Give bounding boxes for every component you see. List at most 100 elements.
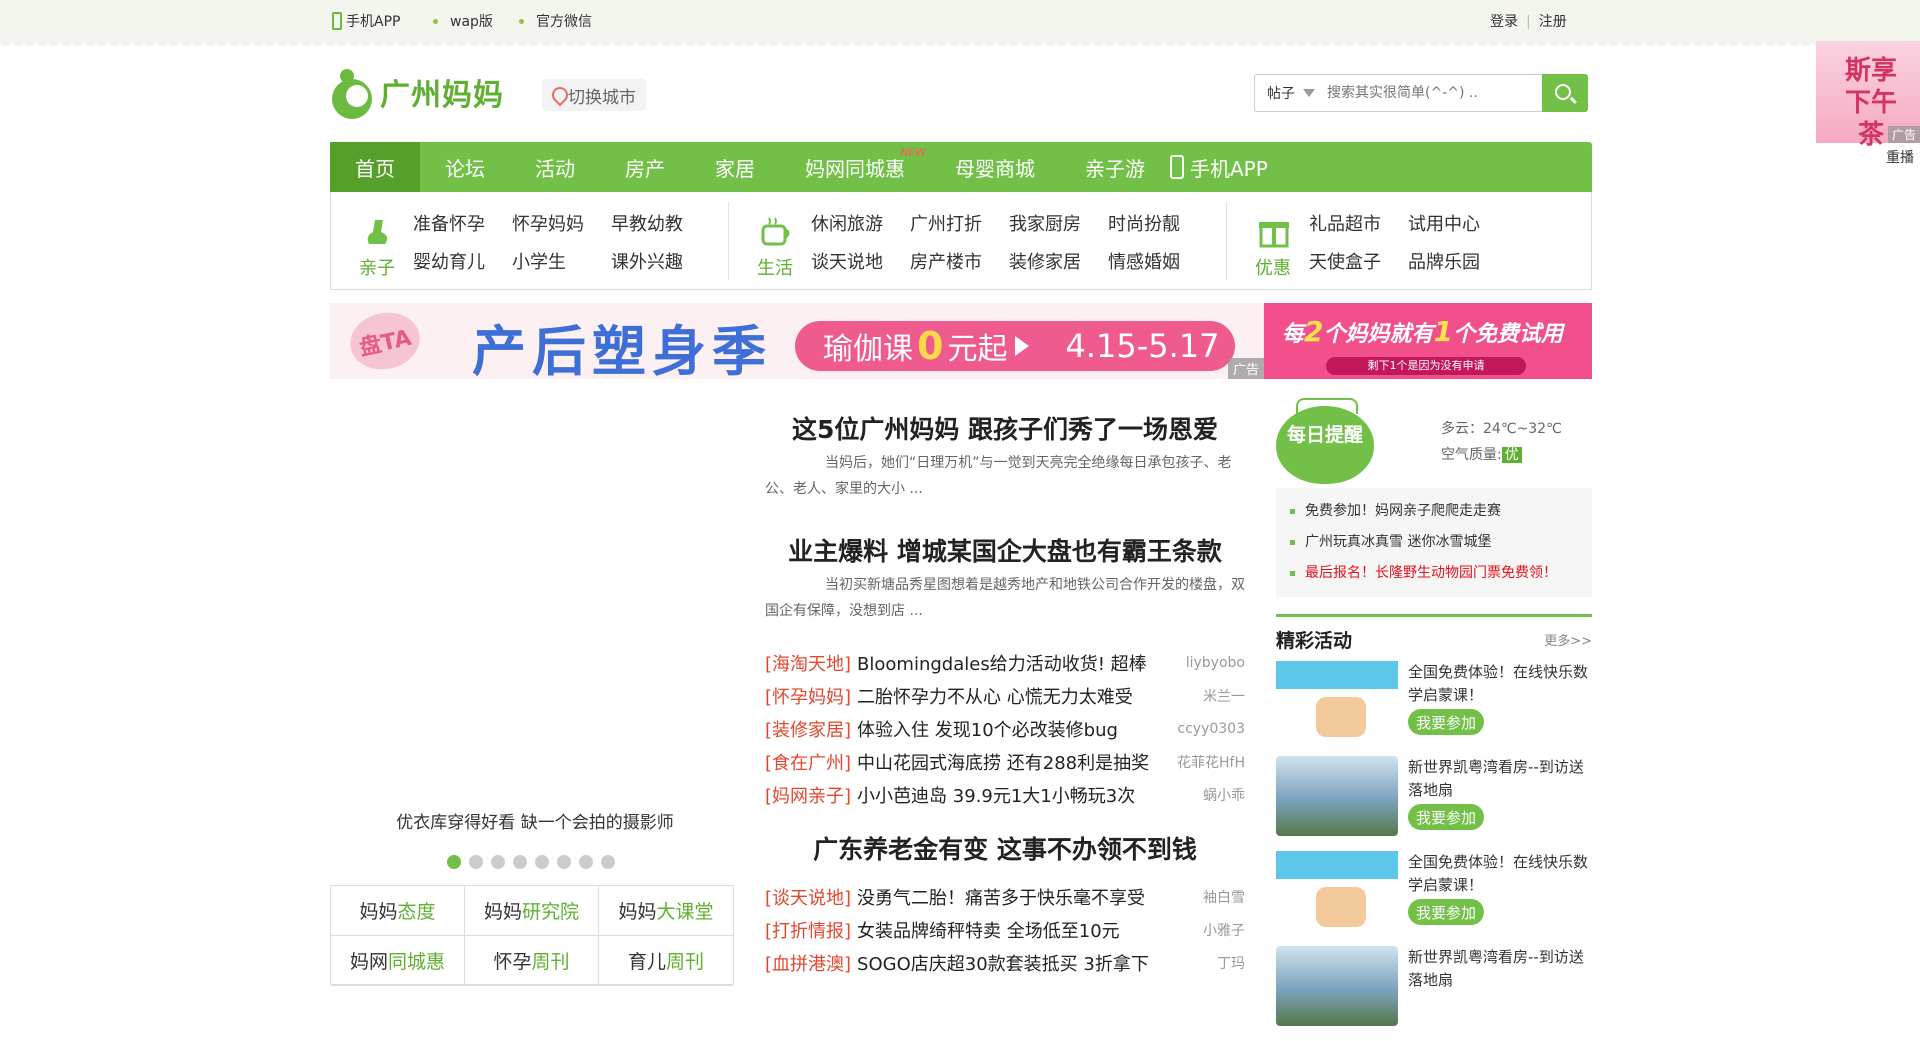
column-link[interactable]: 妈网 同城惠 xyxy=(331,936,465,986)
news-author[interactable]: 花菲花HfH xyxy=(1173,752,1245,772)
register-link[interactable]: 注册 xyxy=(1539,14,1567,30)
mobile-app-link[interactable]: 手机APP xyxy=(332,11,400,31)
news-row[interactable]: [血拼港澳] SOGO店庆超30款套装抵买 3折拿下 丁玛 xyxy=(765,946,1245,979)
news-row[interactable]: [海淘天地] Bloomingdales给力活动收货! 超棒 liybyobo xyxy=(765,646,1245,679)
subnav-link[interactable]: 休闲旅游 xyxy=(811,210,910,236)
activity-item[interactable]: 全国免费体验！在线快乐数学启蒙课！ 我要参加 xyxy=(1276,851,1592,946)
news-title[interactable]: Bloomingdales给力活动收货! 超棒 xyxy=(857,650,1173,676)
wechat-link[interactable]: 官方微信 xyxy=(519,11,592,31)
activity-item[interactable]: 新世界凯粤湾看房--到访送落地扇 xyxy=(1276,946,1592,1041)
nav-home[interactable]: 首页 xyxy=(330,142,420,192)
nav-city-deals[interactable]: 妈网同城惠 NEW xyxy=(780,142,930,192)
slider-dot[interactable] xyxy=(513,855,527,869)
column-link[interactable]: 妈妈 大课堂 xyxy=(599,886,733,936)
subnav-link[interactable]: 怀孕妈妈 xyxy=(512,210,611,236)
slider-caption[interactable]: 优衣库穿得好看 缺一个会拍的摄影师 xyxy=(330,808,740,833)
headline[interactable]: 这5位广州妈妈 跟孩子们秀了一场恩爱 xyxy=(765,410,1245,446)
subnav-link[interactable]: 课外兴趣 xyxy=(611,248,710,274)
news-tag[interactable]: [装修家居] xyxy=(765,716,851,742)
activity-text[interactable]: 全国免费体验！在线快乐数学启蒙课！ xyxy=(1408,661,1592,707)
nav-baby-mall[interactable]: 母婴商城 xyxy=(930,142,1060,192)
column-link[interactable]: 妈妈 态度 xyxy=(331,886,465,936)
slider-dot[interactable] xyxy=(557,855,571,869)
news-tag[interactable]: [怀孕妈妈] xyxy=(765,683,851,709)
news-row[interactable]: [怀孕妈妈] 二胎怀孕力不从心 心慌无力太难受 米兰一 xyxy=(765,679,1245,712)
news-tag[interactable]: [妈网亲子] xyxy=(765,782,851,808)
subnav-link[interactable]: 试用中心 xyxy=(1408,210,1507,236)
news-tag[interactable]: [谈天说地] xyxy=(765,884,851,910)
news-tag[interactable]: [海淘天地] xyxy=(765,650,851,676)
join-button[interactable]: 我要参加 xyxy=(1408,804,1484,830)
news-author[interactable]: 丁玛 xyxy=(1173,953,1245,973)
subnav-link[interactable]: 谈天说地 xyxy=(811,248,910,274)
login-link[interactable]: 登录 xyxy=(1490,14,1518,30)
postpartum-ad[interactable]: 盘TA 产后塑身季 瑜伽课 0 元起 4.15-5.17 广告 xyxy=(330,303,1264,379)
news-row[interactable]: [谈天说地] 没勇气二胎！痛苦多于快乐毫不享受 袖白雪 xyxy=(765,880,1245,913)
subnav-link[interactable]: 礼品超市 xyxy=(1309,210,1408,236)
reminder-item[interactable]: 免费参加！妈网亲子爬爬走走赛 xyxy=(1290,496,1578,527)
search-input[interactable] xyxy=(1327,75,1542,111)
free-trial-ad[interactable]: 每2个妈妈就有1个免费试用 剩下1个是因为没有申请 xyxy=(1264,303,1592,379)
column-link[interactable]: 妈妈 研究院 xyxy=(465,886,599,936)
join-button[interactable]: 我要参加 xyxy=(1408,899,1484,925)
nav-home-deco[interactable]: 家居 xyxy=(690,142,780,192)
more-link[interactable]: 更多>> xyxy=(1544,630,1592,649)
activity-text[interactable]: 全国免费体验！在线快乐数学启蒙课！ xyxy=(1408,851,1592,897)
subnav-link[interactable]: 品牌乐园 xyxy=(1408,248,1507,274)
activity-thumbnail[interactable] xyxy=(1276,661,1398,741)
subnav-link[interactable]: 广州打折 xyxy=(910,210,1009,236)
subnav-link[interactable]: 小学生 xyxy=(512,248,611,274)
news-title[interactable]: 小小芭迪岛 39.9元1大1小畅玩3次 xyxy=(857,782,1173,808)
news-row[interactable]: [妈网亲子] 小小芭迪岛 39.9元1大1小畅玩3次 蜗小乖 xyxy=(765,778,1245,811)
subnav-link[interactable]: 早教幼教 xyxy=(611,210,710,236)
reminder-item[interactable]: 广州玩真冰真雪 迷你冰雪城堡 xyxy=(1290,527,1578,558)
site-logo[interactable]: 广州妈妈 xyxy=(330,62,504,122)
slider-dot[interactable] xyxy=(447,855,461,869)
activity-text[interactable]: 新世界凯粤湾看房--到访送落地扇 xyxy=(1408,946,1592,992)
news-title[interactable]: 女装品牌绮秤特卖 全场低至10元 xyxy=(857,917,1173,943)
news-title[interactable]: 中山花园式海底捞 还有288利是抽奖 xyxy=(857,749,1173,775)
headline[interactable]: 业主爆料 增城某国企大盘也有霸王条款 xyxy=(765,532,1245,568)
activity-thumbnail[interactable] xyxy=(1276,851,1398,931)
column-link[interactable]: 育儿 周刊 xyxy=(599,936,733,986)
wap-link[interactable]: wap版 xyxy=(433,11,493,31)
activity-item[interactable]: 新世界凯粤湾看房--到访送落地扇 我要参加 xyxy=(1276,756,1592,851)
nav-forum[interactable]: 论坛 xyxy=(420,142,510,192)
activity-thumbnail[interactable] xyxy=(1276,756,1398,836)
search-button[interactable] xyxy=(1542,74,1588,112)
activity-thumbnail[interactable] xyxy=(1276,946,1398,1026)
news-tag[interactable]: [血拼港澳] xyxy=(765,950,851,976)
activity-item[interactable]: 全国免费体验！在线快乐数学启蒙课！ 我要参加 xyxy=(1276,661,1592,756)
nav-activity[interactable]: 活动 xyxy=(510,142,600,192)
headline[interactable]: 广东养老金有变 这事不办领不到钱 xyxy=(765,830,1245,866)
news-author[interactable]: 袖白雪 xyxy=(1173,887,1245,907)
news-title[interactable]: 二胎怀孕力不从心 心慌无力太难受 xyxy=(857,683,1173,709)
reminder-item[interactable]: 最后报名！长隆野生动物园门票免费领！ xyxy=(1290,558,1578,589)
join-button[interactable]: 我要参加 xyxy=(1408,709,1484,735)
city-switch-button[interactable]: 切换城市 xyxy=(542,79,646,111)
subnav-link[interactable]: 时尚扮靓 xyxy=(1108,210,1207,236)
news-author[interactable]: 米兰一 xyxy=(1173,686,1245,706)
news-row[interactable]: [装修家居] 体验入住 发现10个必改装修bug ccyy0303 xyxy=(765,712,1245,745)
subnav-link[interactable]: 装修家居 xyxy=(1009,248,1108,274)
subnav-link[interactable]: 婴幼育儿 xyxy=(413,248,512,274)
slider-dot[interactable] xyxy=(469,855,483,869)
news-title[interactable]: 体验入住 发现10个必改装修bug xyxy=(857,716,1173,742)
subnav-link[interactable]: 房产楼市 xyxy=(910,248,1009,274)
slider-dot[interactable] xyxy=(579,855,593,869)
nav-family-trip[interactable]: 亲子游 xyxy=(1060,142,1170,192)
news-author[interactable]: liybyobo xyxy=(1173,655,1245,671)
nav-property[interactable]: 房产 xyxy=(600,142,690,192)
news-author[interactable]: 小雅子 xyxy=(1173,920,1245,940)
news-row[interactable]: [食在广州] 中山花园式海底捞 还有288利是抽奖 花菲花HfH xyxy=(765,745,1245,778)
replay-button[interactable]: 重播 xyxy=(1886,147,1914,167)
slider-dot[interactable] xyxy=(601,855,615,869)
news-author[interactable]: 蜗小乖 xyxy=(1173,785,1245,805)
search-type-select[interactable]: 帖子 xyxy=(1255,75,1327,111)
news-title[interactable]: SOGO店庆超30款套装抵买 3折拿下 xyxy=(857,950,1173,976)
news-row[interactable]: [打折情报] 女装品牌绮秤特卖 全场低至10元 小雅子 xyxy=(765,913,1245,946)
subnav-link[interactable]: 我家厨房 xyxy=(1009,210,1108,236)
nav-mobile-app[interactable]: 手机APP xyxy=(1170,142,1293,192)
slider-dot[interactable] xyxy=(535,855,549,869)
activity-text[interactable]: 新世界凯粤湾看房--到访送落地扇 xyxy=(1408,756,1592,802)
